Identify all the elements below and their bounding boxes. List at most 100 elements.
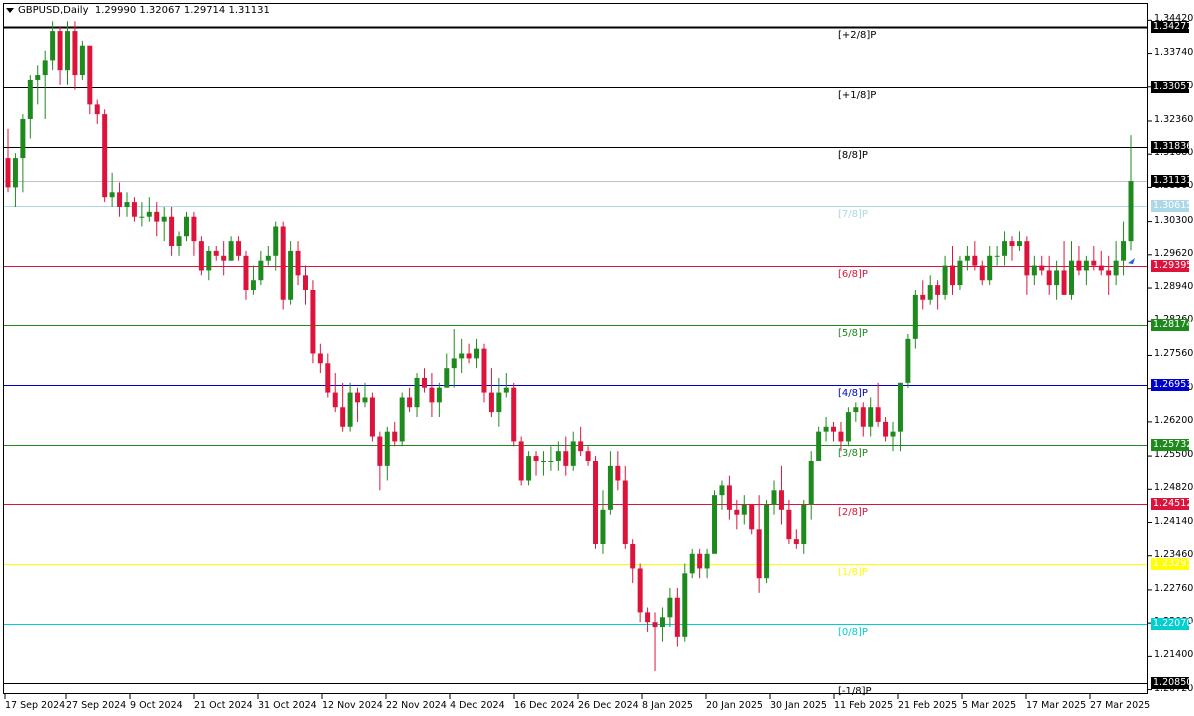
candle-body: [719, 485, 725, 496]
candle-body: [875, 407, 881, 422]
level-label: [1/8]P: [838, 566, 868, 578]
candle-88: [659, 607, 665, 642]
candle-body: [347, 392, 353, 427]
candle-36: [273, 221, 279, 271]
candle-34: [258, 250, 264, 286]
candle-118: [883, 417, 889, 442]
candle-body: [1076, 260, 1082, 271]
candle-14: [109, 172, 115, 207]
candle-body: [302, 275, 308, 290]
candle-body: [362, 397, 368, 403]
date-tick-label: 20 Jan 2025: [706, 700, 763, 711]
candle-body: [109, 192, 115, 198]
candle-78: [585, 446, 591, 466]
candle-body: [243, 255, 249, 290]
candle-body: [734, 509, 740, 515]
candle-body: [622, 480, 628, 545]
dropdown-triangle-icon[interactable]: [6, 8, 14, 13]
candle-body: [131, 202, 137, 217]
candle-23: [176, 231, 182, 256]
candle-39: [295, 241, 301, 286]
candle-body: [273, 226, 279, 256]
candle-body: [392, 431, 398, 442]
level-label: [+2/8]P: [838, 30, 877, 42]
candle-30: [228, 236, 234, 261]
candle-body: [853, 407, 859, 413]
candle-body: [682, 573, 688, 637]
candle-117: [875, 382, 881, 427]
candle-body: [102, 114, 108, 198]
candle-94: [704, 548, 710, 579]
candle-119: [890, 421, 896, 452]
candle-body: [793, 539, 799, 545]
candle-18: [139, 202, 145, 227]
price-tick-label: 1.32360: [1154, 113, 1194, 125]
candle-body: [79, 45, 85, 76]
chart-title-bar: GBPUSD,Daily 1.29990 1.32067 1.29714 1.3…: [6, 5, 270, 17]
candle-body: [712, 495, 718, 554]
candle-110: [823, 417, 829, 442]
candle-38: [288, 241, 294, 305]
candle-body: [236, 241, 242, 256]
current-price-box: 1.31131: [1151, 175, 1193, 187]
candle-125: [935, 280, 941, 310]
candle-body: [726, 485, 732, 510]
date-tick-label: 8 Jan 2025: [642, 700, 693, 711]
candle-15: [117, 182, 123, 217]
candle-76: [570, 431, 576, 471]
date-tick-label: 27 Sep 2024: [66, 700, 127, 711]
candle-50: [377, 431, 383, 491]
candle-body: [496, 392, 502, 413]
candle-body: [704, 553, 710, 569]
candle-body: [288, 250, 294, 300]
candle-body: [20, 119, 26, 159]
candle-44: [332, 373, 338, 413]
candle-body: [414, 377, 420, 408]
candle-body: [831, 426, 837, 432]
price-tick-label: 1.30300: [1154, 214, 1194, 226]
candle-133: [994, 246, 1000, 266]
candle-body: [198, 241, 204, 271]
candle-body: [845, 412, 851, 442]
candle-body: [355, 392, 361, 403]
candle-65: [488, 368, 494, 418]
candle-body: [1039, 265, 1045, 271]
date-tick-label: 11 Feb 2025: [834, 700, 894, 711]
candle-12: [94, 99, 100, 124]
candle-83: [622, 465, 628, 549]
candle-105: [786, 500, 792, 545]
candle-131: [979, 260, 985, 286]
candle-body: [161, 216, 167, 222]
candle-body: [1128, 181, 1134, 242]
candle-151: [1128, 135, 1134, 251]
candle-body: [987, 255, 993, 281]
candle-body: [488, 392, 494, 413]
candle-body: [689, 553, 695, 574]
candle-1: [12, 153, 18, 207]
candle-body: [741, 504, 747, 515]
candle-3: [27, 75, 33, 139]
candle-115: [860, 402, 866, 437]
price-tick-label: 1.26200: [1154, 414, 1194, 426]
candle-47: [355, 387, 361, 422]
date-tick-label: 12 Nov 2024: [322, 700, 383, 711]
candle-135: [1009, 236, 1015, 261]
candle-body: [27, 79, 33, 120]
candle-54: [407, 387, 413, 413]
candle-body: [927, 285, 933, 300]
candle-body: [474, 348, 480, 359]
candle-body: [868, 407, 874, 427]
candle-body: [191, 216, 197, 242]
candle-body: [35, 75, 41, 80]
level-label: [4/8]P: [838, 388, 868, 400]
candle-body: [593, 460, 599, 545]
level-price-box: 1.26953: [1151, 379, 1193, 392]
level-price-box: 1.28174: [1151, 319, 1193, 332]
ohlc-readout: 1.29990 1.32067 1.29714 1.31131: [94, 5, 270, 16]
level-price-box: 1.23291: [1151, 557, 1193, 570]
candle-body: [979, 265, 985, 281]
candle-139: [1039, 255, 1045, 276]
candle-29: [221, 241, 227, 276]
candle-28: [213, 246, 219, 261]
candle-10: [79, 40, 85, 80]
